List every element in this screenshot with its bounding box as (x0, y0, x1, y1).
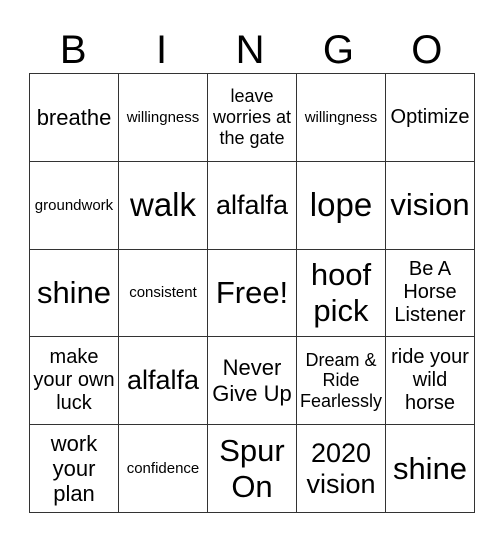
card-row: groundwork walk alfalfa lope vision (29, 160, 475, 250)
card-row: work your plan confidence Spur On 2020 v… (29, 424, 475, 513)
card-cell[interactable]: shine (385, 424, 475, 513)
card-row: shine consistent Free! hoof pick Be A Ho… (29, 248, 475, 338)
card-cell[interactable]: walk (118, 160, 208, 250)
card-cell[interactable]: willingness (118, 73, 208, 162)
card-cell[interactable]: Dream & Ride Fearlessly (296, 336, 386, 426)
card-row: breathe willingness leave worries at the… (29, 73, 475, 162)
card-cell[interactable]: confidence (118, 424, 208, 513)
card-cell[interactable]: Be A Horse Listener (385, 248, 475, 338)
bingo-header: B I N G O (29, 28, 471, 72)
card-cell[interactable]: make your own luck (29, 336, 119, 426)
card-cell[interactable]: Spur On (207, 424, 297, 513)
card-cell[interactable]: 2020 vision (296, 424, 386, 513)
bingo-card: breathe willingness leave worries at the… (29, 73, 475, 513)
card-cell[interactable]: Never Give Up (207, 336, 297, 426)
card-cell[interactable]: alfalfa (118, 336, 208, 426)
header-letter-b: B (59, 28, 87, 72)
card-cell[interactable]: shine (29, 248, 119, 338)
free-space[interactable]: Free! (207, 248, 297, 338)
header-letter-n: N (235, 28, 265, 72)
card-cell[interactable]: vision (385, 160, 475, 250)
card-cell[interactable]: consistent (118, 248, 208, 338)
card-cell[interactable]: Optimize (385, 73, 475, 162)
card-cell[interactable]: lope (296, 160, 386, 250)
header-letter-i: I (156, 28, 168, 72)
card-cell[interactable]: willingness (296, 73, 386, 162)
header-letter-o: O (411, 28, 443, 72)
card-cell[interactable]: leave worries at the gate (207, 73, 297, 162)
card-cell[interactable]: breathe (29, 73, 119, 162)
header-letter-g: G (322, 28, 354, 72)
card-cell[interactable]: ride your wild horse (385, 336, 475, 426)
card-row: make your own luck alfalfa Never Give Up… (29, 336, 475, 426)
card-cell[interactable]: work your plan (29, 424, 119, 513)
card-cell[interactable]: alfalfa (207, 160, 297, 250)
card-cell[interactable]: hoof pick (296, 248, 386, 338)
card-cell[interactable]: groundwork (29, 160, 119, 250)
